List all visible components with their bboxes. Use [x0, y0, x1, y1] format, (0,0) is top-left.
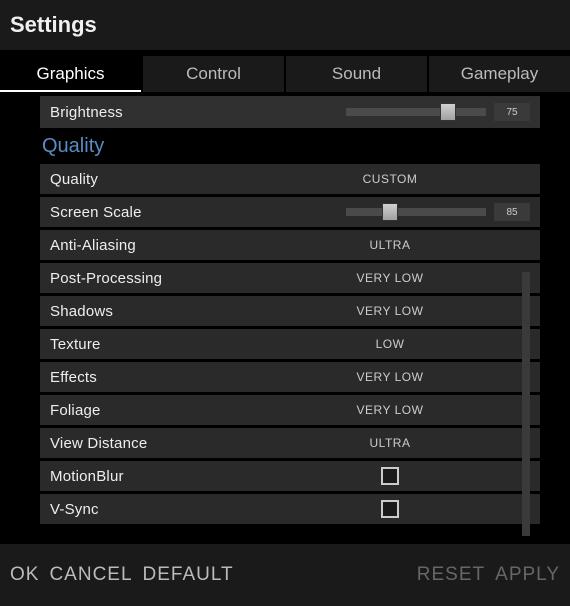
row-anti-aliasing[interactable]: Anti-Aliasing ULTRA — [40, 230, 540, 260]
value-shadows: VERY LOW — [250, 304, 530, 318]
section-quality: Quality — [40, 131, 540, 164]
checkbox-vsync[interactable] — [250, 500, 530, 518]
slider-value: 85 — [494, 203, 530, 221]
slider-track[interactable] — [346, 108, 486, 116]
value-view-distance: ULTRA — [250, 436, 530, 450]
value-anti-aliasing: ULTRA — [250, 238, 530, 252]
page-title: Settings — [10, 12, 560, 38]
value-texture: LOW — [250, 337, 530, 351]
slider-track[interactable] — [346, 208, 486, 216]
row-post-processing[interactable]: Post-Processing VERY LOW — [40, 263, 540, 293]
reset-button[interactable]: RESET — [417, 564, 485, 586]
slider-thumb[interactable] — [382, 203, 398, 221]
value-effects: VERY LOW — [250, 370, 530, 384]
titlebar: Settings — [0, 0, 570, 50]
row-shadows[interactable]: Shadows VERY LOW — [40, 296, 540, 326]
label-texture: Texture — [50, 336, 250, 353]
label-quality: Quality — [50, 171, 250, 188]
slider-thumb[interactable] — [440, 103, 456, 121]
slider-screen-scale[interactable]: 85 — [250, 203, 530, 221]
label-view-distance: View Distance — [50, 435, 250, 452]
settings-content: Brightness 75 Quality Quality CUSTOM Scr… — [0, 92, 570, 544]
value-foliage: VERY LOW — [250, 403, 530, 417]
label-post-processing: Post-Processing — [50, 270, 250, 287]
label-motion-blur: MotionBlur — [50, 468, 250, 485]
checkbox-box[interactable] — [381, 500, 399, 518]
checkbox-box[interactable] — [381, 467, 399, 485]
row-motion-blur[interactable]: MotionBlur — [40, 461, 540, 491]
row-foliage[interactable]: Foliage VERY LOW — [40, 395, 540, 425]
tab-control[interactable]: Control — [143, 56, 284, 92]
settings-list: Brightness 75 Quality Quality CUSTOM Scr… — [40, 96, 540, 527]
slider-brightness[interactable]: 75 — [250, 103, 530, 121]
ok-button[interactable]: OK — [10, 564, 39, 586]
row-view-distance[interactable]: View Distance ULTRA — [40, 428, 540, 458]
value-post-processing: VERY LOW — [250, 271, 530, 285]
label-vsync: V-Sync — [50, 501, 250, 518]
footer-right: RESET APPLY — [417, 564, 560, 586]
tab-gameplay[interactable]: Gameplay — [429, 56, 570, 92]
cancel-button[interactable]: CANCEL — [49, 564, 132, 586]
label-effects: Effects — [50, 369, 250, 386]
row-quality[interactable]: Quality CUSTOM — [40, 164, 540, 194]
label-anti-aliasing: Anti-Aliasing — [50, 237, 250, 254]
row-effects[interactable]: Effects VERY LOW — [40, 362, 540, 392]
label-screen-scale: Screen Scale — [50, 204, 250, 221]
tab-graphics[interactable]: Graphics — [0, 56, 141, 92]
settings-window: Settings Graphics Control Sound Gameplay… — [0, 0, 570, 606]
row-brightness[interactable]: Brightness 75 — [40, 96, 540, 128]
label-brightness: Brightness — [50, 104, 250, 121]
value-quality: CUSTOM — [250, 172, 530, 186]
tabs: Graphics Control Sound Gameplay — [0, 50, 570, 92]
default-button[interactable]: DEFAULT — [143, 564, 234, 586]
label-foliage: Foliage — [50, 402, 250, 419]
label-shadows: Shadows — [50, 303, 250, 320]
scrollbar[interactable] — [522, 272, 530, 536]
footer-left: OK CANCEL DEFAULT — [10, 564, 234, 586]
row-texture[interactable]: Texture LOW — [40, 329, 540, 359]
row-screen-scale[interactable]: Screen Scale 85 — [40, 197, 540, 227]
footer: OK CANCEL DEFAULT RESET APPLY — [0, 544, 570, 606]
tab-sound[interactable]: Sound — [286, 56, 427, 92]
apply-button[interactable]: APPLY — [495, 564, 560, 586]
row-vsync[interactable]: V-Sync — [40, 494, 540, 524]
checkbox-motion-blur[interactable] — [250, 467, 530, 485]
slider-value: 75 — [494, 103, 530, 121]
